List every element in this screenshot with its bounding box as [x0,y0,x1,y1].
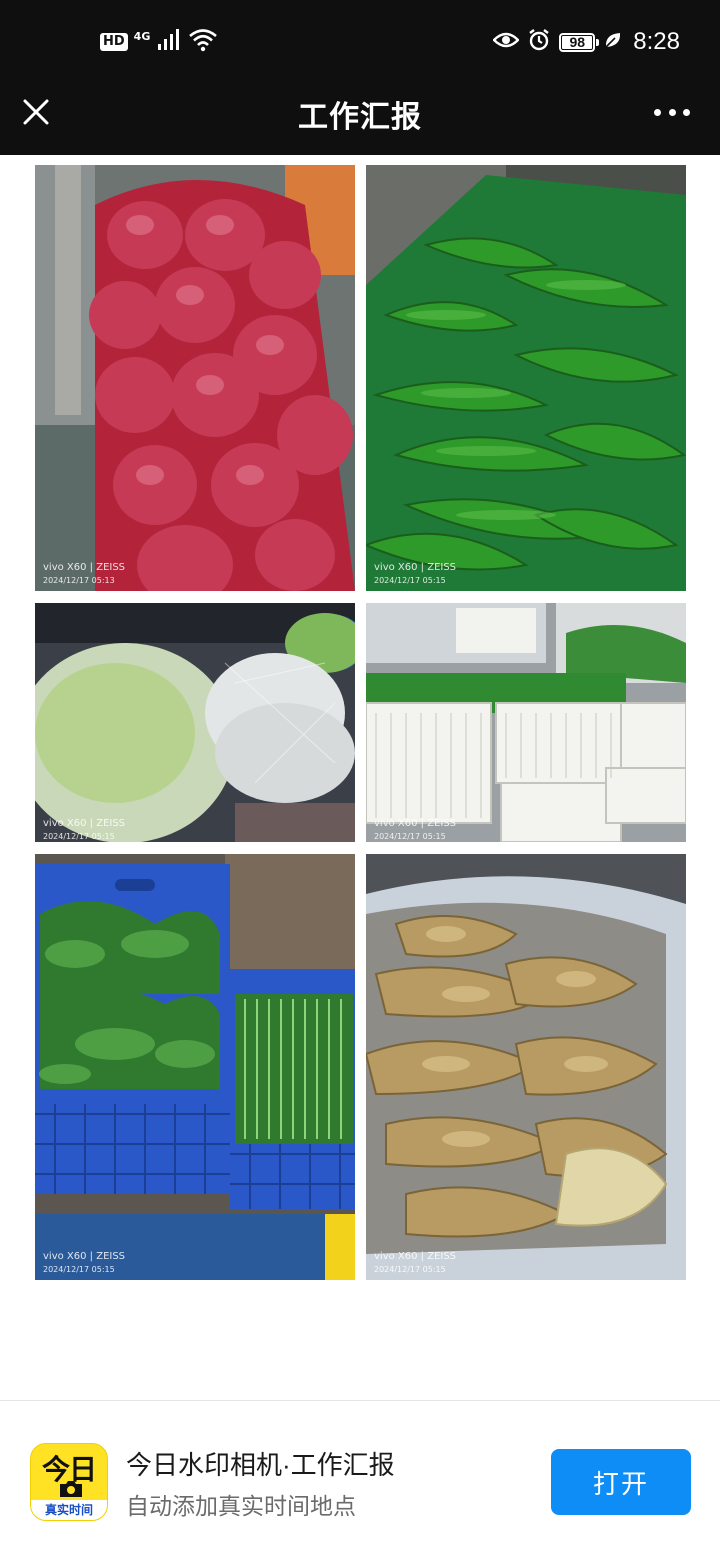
app-banner: 今日 真实时间 今日水印相机·工作汇报 自动添加真实时间地点 打开 [0,1401,720,1560]
photo-green-peppers[interactable]: vivo X60 | ZEISS 2024/12/17 05:15 [366,165,686,591]
photo-leafy-greens[interactable]: vivo X60 | ZEISS 2024/12/17 05:15 [35,854,355,1280]
photo-ginger[interactable]: vivo X60 | ZEISS 2024/12/17 05:15 [366,854,686,1280]
open-button[interactable]: 打开 [551,1449,691,1515]
more-button[interactable] [654,104,690,120]
app-name: 今日水印相机·工作汇报 [126,1450,395,1480]
alarm-icon [527,28,551,57]
app-icon[interactable]: 今日 真实时间 [30,1443,108,1521]
photo-watermark: vivo X60 | ZEISS 2024/12/17 05:15 [43,1251,126,1274]
nav-bar: 工作汇报 [0,80,720,155]
photo-watermark: vivo X60 | ZEISS 2024/12/17 05:15 [374,818,457,841]
photo-watermark: vivo X60 | ZEISS 2024/12/17 05:15 [374,562,457,585]
wifi-icon [188,28,218,57]
battery-level: 98 [569,33,586,50]
status-right: 98 8:28 [492,26,680,58]
app-description: 自动添加真实时间地点 [126,1493,356,1519]
photo-watermark: vivo X60 | ZEISS 2024/12/17 05:15 [43,818,126,841]
page-title: 工作汇报 [298,101,422,134]
status-bar: HD 4G 98 8:28 [0,0,720,80]
photo-watermark: vivo X60 | ZEISS 2024/12/17 05:13 [43,562,126,585]
photo-cabbage[interactable]: vivo X60 | ZEISS 2024/12/17 05:15 [35,603,355,842]
camera-icon [60,1481,82,1497]
photo-bok-choy[interactable]: vivo X60 | ZEISS 2024/12/17 05:15 [366,603,686,842]
photo-onions[interactable]: vivo X60 | ZEISS 2024/12/17 05:13 [35,165,355,591]
photo-watermark: vivo X60 | ZEISS 2024/12/17 05:15 [374,1251,457,1274]
app-icon-bottom-text: 真实时间 [31,1500,107,1520]
status-left: HD 4G [100,28,218,56]
more-icon [654,108,661,116]
eye-icon [492,30,520,55]
leaf-icon [603,30,623,55]
network-type: 4G [133,29,151,43]
hd-badge: HD [100,33,128,51]
battery-icon: 98 [559,32,600,52]
clock: 8:28 [633,28,680,55]
signal-icon [156,28,182,57]
